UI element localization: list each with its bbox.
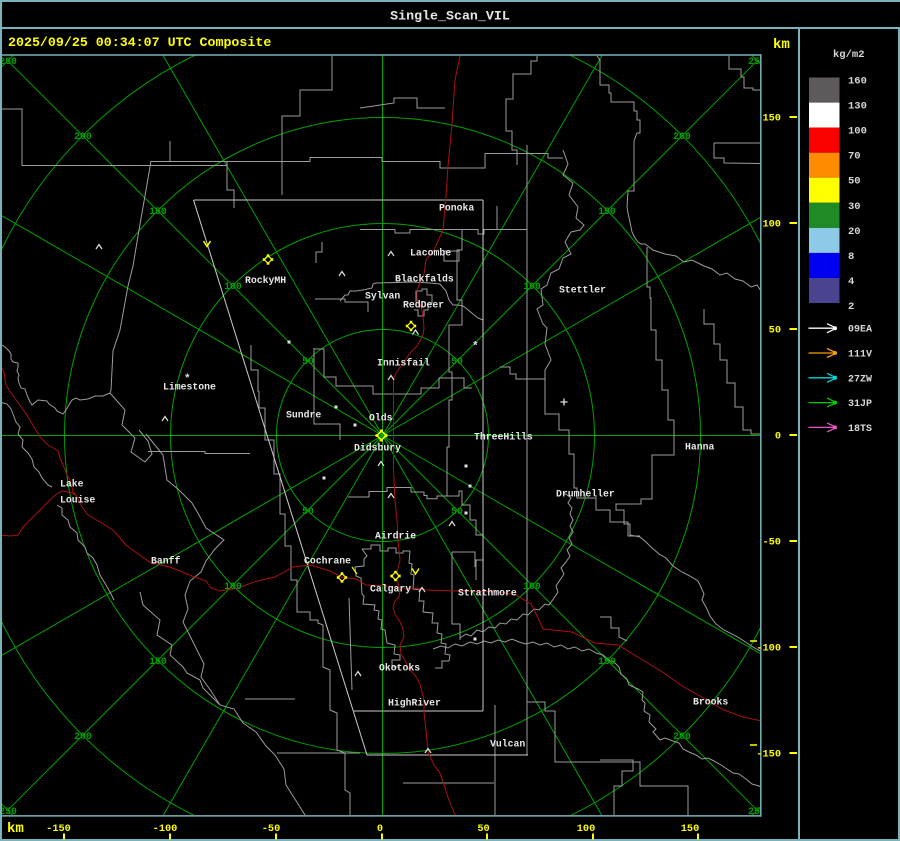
svg-text:Sundre: Sundre	[286, 410, 321, 421]
svg-text:50: 50	[848, 176, 861, 188]
svg-text:100: 100	[523, 581, 541, 592]
svg-text:ThreeHills: ThreeHills	[474, 432, 533, 443]
svg-text:Ponoka: Ponoka	[439, 203, 474, 214]
svg-text:RedDeer: RedDeer	[403, 300, 444, 311]
svg-text:50: 50	[302, 506, 314, 517]
svg-text:150: 150	[149, 206, 167, 217]
svg-text:-100: -100	[153, 823, 178, 835]
svg-text:50: 50	[477, 823, 489, 835]
svg-text:70: 70	[848, 151, 861, 163]
svg-text:150: 150	[149, 656, 167, 667]
svg-text:-50: -50	[262, 823, 281, 835]
svg-text:Didsbury: Didsbury	[354, 443, 401, 454]
svg-text:09EA: 09EA	[848, 325, 872, 336]
svg-text:km: km	[7, 821, 24, 837]
svg-text:0: 0	[377, 823, 383, 835]
svg-text:Brooks: Brooks	[693, 697, 728, 708]
svg-text:-50: -50	[762, 537, 781, 549]
svg-text:50: 50	[302, 356, 314, 367]
svg-text:4: 4	[848, 276, 854, 288]
svg-text:Louise: Louise	[60, 495, 95, 506]
svg-text:Innisfail: Innisfail	[377, 358, 430, 369]
svg-text:100: 100	[762, 219, 781, 231]
svg-text:kg/m2: kg/m2	[833, 49, 865, 61]
svg-text:2: 2	[848, 301, 854, 313]
svg-text:-100: -100	[756, 643, 781, 655]
svg-text:100: 100	[577, 823, 596, 835]
svg-text:160: 160	[848, 76, 867, 88]
svg-text:Hanna: Hanna	[685, 442, 715, 453]
svg-text:100: 100	[523, 281, 541, 292]
svg-text:200: 200	[673, 131, 691, 142]
svg-text:2025/09/25 00:34:07 UTC Compos: 2025/09/25 00:34:07 UTC Composite	[8, 35, 271, 50]
svg-text:Calgary: Calgary	[370, 584, 411, 595]
svg-text:Vulcan: Vulcan	[490, 739, 525, 750]
svg-text:150: 150	[598, 656, 616, 667]
svg-text:200: 200	[74, 731, 92, 742]
svg-text:RockyMH: RockyMH	[245, 275, 286, 286]
svg-text:Airdrie: Airdrie	[375, 531, 416, 542]
svg-text:111V: 111V	[848, 350, 872, 361]
svg-text:27ZW: 27ZW	[848, 374, 872, 385]
svg-text:Okotoks: Okotoks	[379, 663, 420, 674]
svg-text:Olds: Olds	[369, 413, 393, 424]
svg-text:Sylvan: Sylvan	[365, 291, 400, 302]
svg-text:150: 150	[681, 823, 700, 835]
svg-text:100: 100	[848, 126, 867, 138]
svg-text:km: km	[773, 37, 790, 53]
svg-text:HighRiver: HighRiver	[388, 698, 441, 709]
svg-text:0: 0	[775, 431, 781, 443]
svg-text:Stettler: Stettler	[559, 285, 606, 296]
svg-text:50: 50	[451, 356, 463, 367]
svg-text:150: 150	[762, 113, 781, 125]
svg-text:130: 130	[848, 101, 867, 113]
svg-text:20: 20	[848, 226, 861, 238]
svg-text:50: 50	[451, 506, 463, 517]
svg-text:200: 200	[673, 731, 691, 742]
svg-text:Strathmore: Strathmore	[458, 588, 517, 599]
svg-text:150: 150	[598, 206, 616, 217]
svg-text:250: 250	[0, 56, 17, 67]
svg-text:-150: -150	[756, 749, 781, 761]
svg-text:Drumheller: Drumheller	[556, 489, 615, 500]
svg-text:Banff: Banff	[151, 556, 181, 567]
svg-text:100: 100	[224, 281, 242, 292]
svg-text:31JP: 31JP	[848, 399, 872, 410]
svg-text:*: *	[184, 374, 191, 386]
svg-text:50: 50	[769, 325, 781, 337]
svg-text:8: 8	[848, 251, 854, 263]
svg-text:100: 100	[224, 581, 242, 592]
svg-text:30: 30	[848, 201, 861, 213]
svg-text:Lake: Lake	[60, 479, 84, 490]
svg-text:*: *	[472, 341, 479, 353]
svg-text:Single_Scan_VIL: Single_Scan_VIL	[390, 9, 510, 24]
svg-text:18TS: 18TS	[848, 424, 872, 435]
svg-text:Cochrane: Cochrane	[304, 556, 351, 567]
svg-text:-150: -150	[46, 823, 71, 835]
svg-text:200: 200	[74, 131, 92, 142]
svg-text:Lacombe: Lacombe	[410, 248, 451, 259]
svg-text:Blackfalds: Blackfalds	[395, 274, 454, 285]
